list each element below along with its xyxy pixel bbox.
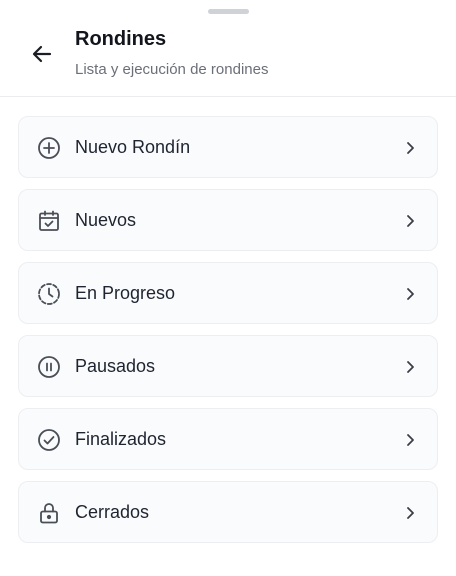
menu-item-pausados[interactable]: Pausados [18,335,438,397]
chevron-right-icon [403,286,417,302]
menu-item-finalizados[interactable]: Finalizados [18,408,438,470]
menu-item-en-progreso[interactable]: En Progreso [18,262,438,324]
chevron-right-icon [403,213,417,229]
calendar-check-icon [37,209,61,233]
menu-item-label: En Progreso [75,283,176,303]
menu-item-nuevos[interactable]: Nuevos [18,189,438,251]
plus-circle-icon [37,136,61,160]
bottom-sheet: Rondines Lista y ejecución de rondines N… [0,0,456,576]
menu-item-label: Nuevo Rondín [75,137,191,157]
header: Rondines Lista y ejecución de rondines [0,0,456,97]
page-title: Rondines [75,28,167,50]
pause-circle-icon [37,355,61,379]
check-circle-icon [37,428,61,452]
arrow-left-icon [32,45,52,63]
lock-icon [37,501,61,525]
menu-list: Nuevo Rondín Nuevos En Progreso Pausados… [18,116,438,554]
menu-item-label: Cerrados [75,502,150,522]
menu-item-label: Finalizados [75,429,167,449]
menu-item-nuevo-rondin[interactable]: Nuevo Rondín [18,116,438,178]
chevron-right-icon [403,140,417,156]
chevron-right-icon [403,505,417,521]
menu-item-cerrados[interactable]: Cerrados [18,481,438,543]
menu-item-label: Pausados [75,356,156,376]
page-subtitle: Lista y ejecución de rondines [75,61,269,78]
clock-dashed-icon [37,282,61,306]
back-button[interactable] [26,38,58,70]
chevron-right-icon [403,432,417,448]
chevron-right-icon [403,359,417,375]
menu-item-label: Nuevos [75,210,137,230]
